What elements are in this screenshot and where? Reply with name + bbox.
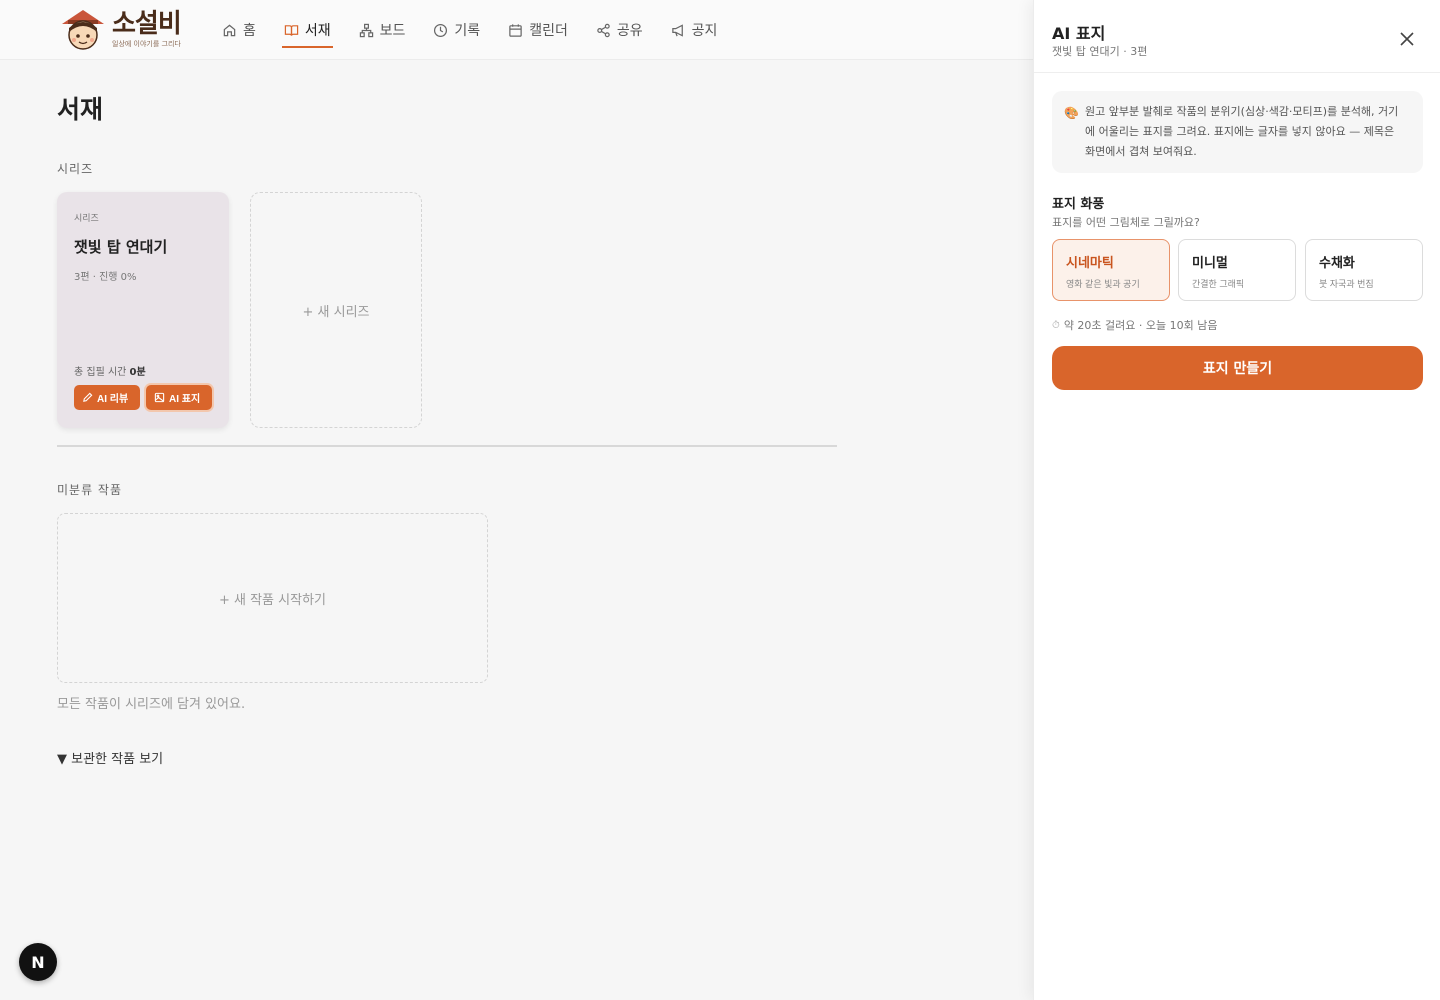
new-work-button[interactable]: + 새 작품 시작하기: [57, 513, 488, 683]
logo-subtitle: 일상에 이야기를 그리다: [112, 40, 181, 48]
ai-cover-label: AI 표지: [169, 394, 201, 405]
series-card[interactable]: 시리즈 잿빛 탑 연대기 3편 · 진행 0% 총 집필 시간 0분 AI 리뷰…: [57, 192, 229, 428]
close-icon: [1400, 32, 1414, 46]
nextjs-dev-badge[interactable]: N: [19, 943, 57, 981]
palette-icon: 🎨: [1064, 106, 1079, 120]
ai-cover-button[interactable]: AI 표지: [146, 385, 212, 410]
nav-board-label: 보드: [379, 23, 406, 39]
nav-library-label: 서재: [304, 23, 331, 39]
uncategorized-section-label: 미분류 작품: [57, 483, 123, 497]
series-meta: 3편 · 진행 0%: [74, 272, 137, 283]
new-series-label: + 새 시리즈: [302, 304, 370, 320]
nav-history-label: 기록: [454, 23, 481, 39]
section-divider: [57, 445, 837, 447]
writing-time-value: 0분: [129, 367, 146, 378]
nav-calendar-label: 캘린더: [529, 23, 568, 39]
style-option-cinematic[interactable]: 시네마틱 영화 같은 빛과 공기: [1052, 239, 1170, 301]
nav-library[interactable]: 서재: [281, 0, 333, 60]
series-writing-time: 총 집필 시간 0분: [74, 363, 146, 378]
main-nav: 홈 서재 보드 기록 캘린더 공유 공지: [220, 0, 743, 60]
eta-text: 약 20초 걸려요 · 오늘 10회 남음: [1063, 319, 1218, 332]
page-title: 서재: [57, 95, 104, 124]
panel-title: AI 표지: [1052, 24, 1106, 43]
nav-notice-label: 공지: [691, 23, 718, 39]
share-icon: [597, 23, 610, 37]
panel-header: AI 표지 잿빛 탑 연대기 · 3편: [1034, 0, 1440, 73]
cover-info-box: 🎨 원고 앞부분 발췌로 작품의 분위기(심상·색감·모티프)를 분석해, 거기…: [1052, 91, 1423, 173]
nav-notice[interactable]: 공지: [669, 0, 720, 60]
style-option-watercolor[interactable]: 수채화 붓 자국과 번짐: [1305, 239, 1423, 301]
ai-review-label: AI 리뷰: [97, 394, 129, 405]
badge-label: N: [31, 952, 45, 972]
image-icon: [154, 392, 165, 403]
empty-state-note: 모든 작품이 시리즈에 담겨 있어요.: [57, 697, 246, 712]
style-hint: 표지를 어떤 그림체로 그릴까요?: [1052, 216, 1200, 229]
nav-home-label: 홈: [243, 23, 256, 39]
panel-subtitle: 잿빛 탑 연대기 · 3편: [1052, 45, 1148, 58]
pencil-icon: [83, 392, 93, 402]
logo-title: 소설비: [112, 9, 182, 39]
diagram-icon: [359, 23, 373, 37]
ai-review-button[interactable]: AI 리뷰: [74, 385, 140, 410]
megaphone-icon: [671, 23, 683, 37]
style-option-name: 시네마틱: [1066, 255, 1114, 270]
home-icon: [223, 24, 236, 36]
calendar-icon: [509, 23, 522, 37]
series-title: 잿빛 탑 연대기: [74, 238, 168, 256]
series-section-label: 시리즈: [57, 162, 94, 176]
clock-icon: [434, 23, 448, 37]
style-option-minimal[interactable]: 미니멀 간결한 그래픽: [1178, 239, 1296, 301]
style-option-desc: 붓 자국과 번짐: [1319, 279, 1374, 289]
style-option-name: 미니멀: [1192, 255, 1228, 270]
cover-info-text: 원고 앞부분 발췌로 작품의 분위기(심상·색감·모티프)를 분석해, 거기에 …: [1085, 105, 1399, 158]
style-label: 표지 화풍: [1052, 197, 1105, 212]
nav-share[interactable]: 공유: [594, 0, 645, 60]
close-panel-button[interactable]: [1396, 28, 1418, 50]
style-option-name: 수채화: [1319, 255, 1355, 270]
archived-works-toggle[interactable]: ▼ 보관한 작품 보기: [57, 748, 163, 767]
nav-history[interactable]: 기록: [431, 0, 482, 60]
book-open-icon: [284, 24, 299, 36]
nav-home[interactable]: 홈: [220, 0, 258, 60]
new-series-button[interactable]: + 새 시리즈: [250, 192, 422, 428]
style-option-desc: 간결한 그래픽: [1192, 279, 1245, 289]
nav-share-label: 공유: [616, 23, 643, 39]
writing-time-label: 총 집필 시간: [74, 367, 127, 378]
new-work-label: + 새 작품 시작하기: [218, 592, 326, 608]
style-option-desc: 영화 같은 빛과 공기: [1066, 279, 1140, 289]
generate-cover-button[interactable]: 표지 만들기: [1052, 346, 1423, 390]
mascot-icon: [58, 6, 108, 52]
ai-cover-panel: AI 표지 잿빛 탑 연대기 · 3편 🎨 원고 앞부분 발췌로 작품의 분위기…: [1033, 0, 1440, 1000]
timer-icon: ⏱: [1052, 319, 1060, 331]
nav-calendar[interactable]: 캘린더: [506, 0, 570, 60]
series-tag: 시리즈: [74, 214, 99, 224]
app-logo[interactable]: 소설비 일상에 이야기를 그리다: [58, 6, 182, 52]
nav-board[interactable]: 보드: [357, 0, 408, 60]
generation-eta: ⏱ 약 20초 걸려요 · 오늘 10회 남음: [1052, 317, 1217, 333]
